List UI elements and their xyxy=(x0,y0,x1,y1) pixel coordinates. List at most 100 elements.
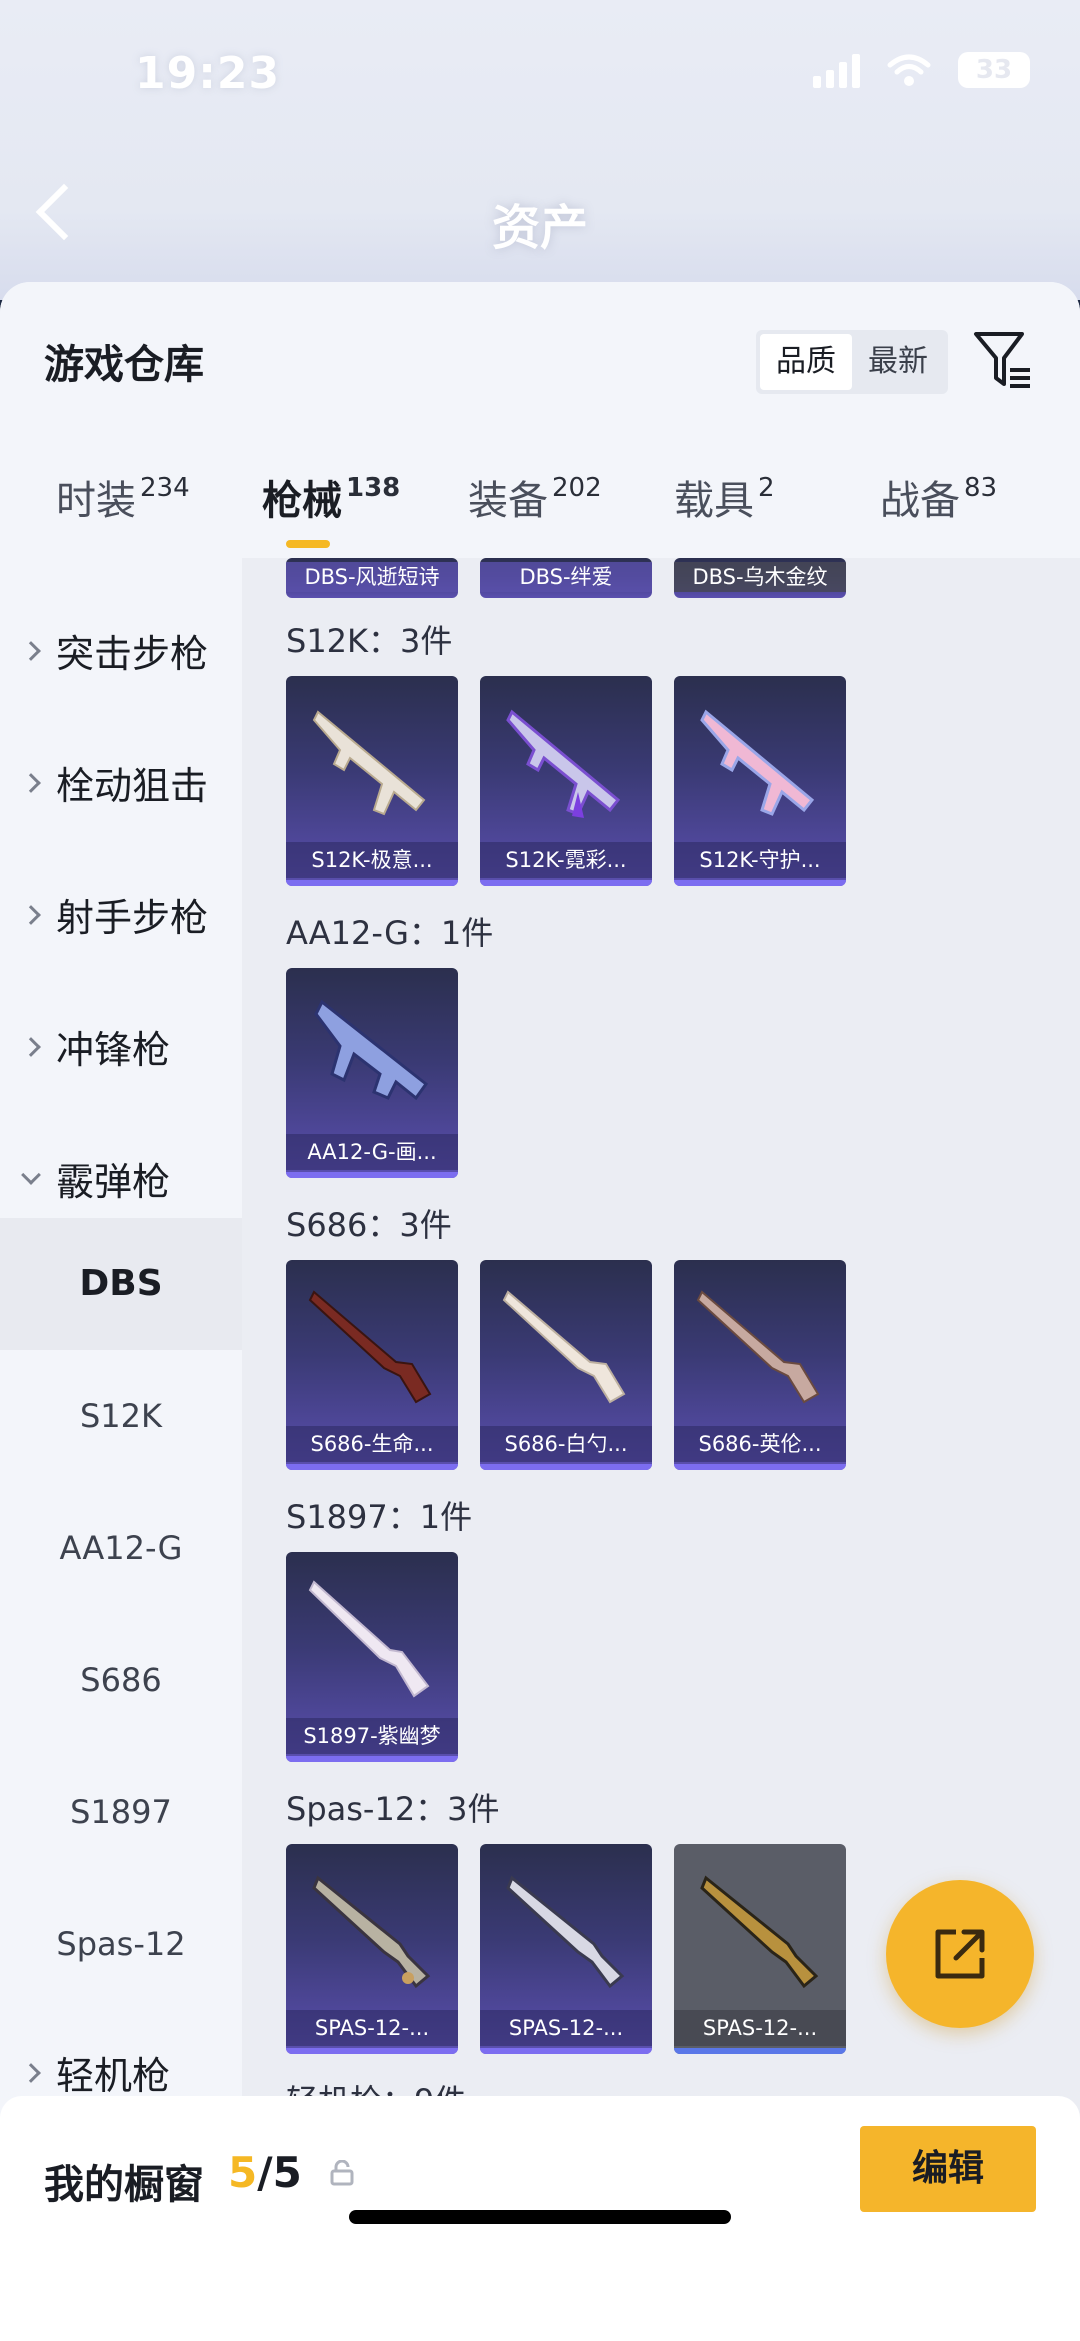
lock-icon xyxy=(330,2160,354,2186)
sidebar-sub-dbs[interactable]: DBS xyxy=(0,1218,242,1350)
showcase-current: 5 xyxy=(228,2148,258,2197)
sort-latest-button[interactable]: 最新 xyxy=(852,334,944,390)
tab-fashion[interactable]: 时装 234 xyxy=(56,468,190,558)
rarity-bar xyxy=(286,2048,458,2054)
weapon-card[interactable]: AA12-G-画... xyxy=(286,968,458,1178)
rarity-bar xyxy=(480,2048,652,2054)
weapon-card[interactable]: S686-白勺... xyxy=(480,1260,652,1470)
status-bar: 19:23 33 xyxy=(0,40,1080,120)
warehouse-title: 游戏仓库 xyxy=(44,342,204,388)
group-title-s686: S686：3件 xyxy=(286,1206,452,1244)
rifle-icon xyxy=(506,709,621,818)
sidebar-item-bolt-sniper[interactable]: 栓动狙击 xyxy=(0,720,242,852)
sidebar-item-label: 霰弹枪 xyxy=(56,1160,171,1204)
weapon-name: SPAS-12-... xyxy=(674,2010,846,2046)
weapon-name: DBS-风逝短诗 xyxy=(286,562,458,592)
weapon-name: DBS-乌木金纹 xyxy=(674,562,846,592)
signal-icon xyxy=(813,52,860,88)
sidebar-item-assault-rifle[interactable]: 突击步枪 xyxy=(0,588,242,720)
status-time: 19:23 xyxy=(135,48,281,99)
tab-count: 138 xyxy=(346,473,401,503)
battery-icon: 33 xyxy=(958,52,1030,88)
weapon-card[interactable]: S686-英伦... xyxy=(674,1260,846,1470)
showcase-total: /5 xyxy=(257,2148,302,2197)
sidebar-item-smg[interactable]: 冲锋枪 xyxy=(0,984,242,1116)
sort-quality-button[interactable]: 品质 xyxy=(760,334,852,390)
sidebar-sub-s686[interactable]: S686 xyxy=(0,1614,242,1746)
tab-equipment[interactable]: 装备 202 xyxy=(468,468,602,558)
rarity-bar xyxy=(480,1464,652,1470)
weapon-name: AA12-G-画... xyxy=(286,1134,458,1170)
sidebar-sub-aa12g[interactable]: AA12-G xyxy=(0,1482,242,1614)
weapon-card[interactable]: SPAS-12-... xyxy=(286,1844,458,2054)
chevron-right-icon xyxy=(21,1037,41,1057)
tab-count: 2 xyxy=(758,473,775,503)
weapon-name: S12K-守护... xyxy=(674,842,846,878)
rarity-bar xyxy=(286,1756,458,1762)
rarity-bar xyxy=(480,880,652,886)
sidebar-item-marksman[interactable]: 射手步枪 xyxy=(0,852,242,984)
shotgun-icon xyxy=(700,1875,819,1989)
sidebar-sub-s1897[interactable]: S1897 xyxy=(0,1746,242,1878)
weapon-card[interactable]: SPAS-12-... xyxy=(480,1844,652,2054)
shotgun-icon xyxy=(506,1875,625,1989)
rifle-icon xyxy=(314,999,429,1101)
sidebar-sub-s12k[interactable]: S12K xyxy=(0,1350,242,1482)
weapon-card[interactable]: S12K-霓彩... xyxy=(480,676,652,886)
tab-label: 装备 xyxy=(468,478,548,524)
weapon-name: S686-白勺... xyxy=(480,1426,652,1462)
tab-count: 234 xyxy=(140,473,190,503)
category-tabs: 时装 234 枪械 138 装备 202 载具 2 战备 83 xyxy=(0,468,1080,558)
rifle-icon xyxy=(700,709,815,816)
sidebar-item-label: 突击步枪 xyxy=(56,632,209,676)
tab-count: 202 xyxy=(552,473,602,503)
nav-bar: 资产 xyxy=(0,170,1080,260)
weapon-name: SPAS-12-... xyxy=(480,2010,652,2046)
rarity-bar xyxy=(286,1464,458,1470)
chevron-right-icon xyxy=(21,773,41,793)
edit-button[interactable]: 编辑 xyxy=(860,2126,1036,2212)
shotgun-icon xyxy=(696,1290,820,1404)
weapon-name: S12K-极意... xyxy=(286,842,458,878)
shotgun-icon xyxy=(308,1290,432,1404)
rarity-bar xyxy=(674,880,846,886)
weapon-card[interactable]: DBS-乌木金纹 xyxy=(674,558,846,598)
weapon-grid: DBS-风逝短诗 DBS-绊爱 DBS-乌木金纹 S12K：3件 S12K-极意… xyxy=(242,558,1080,2341)
weapon-card[interactable]: S686-生命... xyxy=(286,1260,458,1470)
rarity-bar xyxy=(286,880,458,886)
share-button[interactable] xyxy=(886,1880,1034,2028)
weapon-name: S686-生命... xyxy=(286,1426,458,1462)
shotgun-icon xyxy=(502,1290,626,1404)
status-icons: 33 xyxy=(813,52,1030,88)
weapon-name: DBS-绊爱 xyxy=(480,562,652,592)
tab-guns[interactable]: 枪械 138 xyxy=(262,468,400,558)
weapon-name: S12K-霓彩... xyxy=(480,842,652,878)
filter-icon[interactable] xyxy=(972,328,1034,392)
rarity-bar xyxy=(674,2048,846,2054)
showcase-label: 我的橱窗 xyxy=(44,2162,204,2208)
sidebar-item-label: 栓动狙击 xyxy=(56,764,209,808)
page-title: 资产 xyxy=(491,200,588,256)
home-indicator xyxy=(349,2210,731,2224)
sidebar-sub-spas12[interactable]: Spas-12 xyxy=(0,1878,242,2010)
weapon-name: SPAS-12-... xyxy=(286,2010,458,2046)
weapon-name: S686-英伦... xyxy=(674,1426,846,1462)
weapon-card[interactable]: S12K-守护... xyxy=(674,676,846,886)
tab-vehicles[interactable]: 载具 2 xyxy=(674,468,775,558)
rarity-bar xyxy=(286,1172,458,1178)
tab-supplies[interactable]: 战备 83 xyxy=(880,468,997,558)
weapon-card[interactable]: SPAS-12-... xyxy=(674,1844,846,2054)
weapon-card[interactable]: S12K-极意... xyxy=(286,676,458,886)
shotgun-icon xyxy=(308,1580,430,1698)
tab-label: 载具 xyxy=(674,478,754,524)
group-title-aa12g: AA12-G：1件 xyxy=(286,914,494,952)
rarity-bar xyxy=(674,1464,846,1470)
weapon-card[interactable]: DBS-绊爱 xyxy=(480,558,652,598)
weapon-card[interactable]: DBS-风逝短诗 xyxy=(286,558,458,598)
sheet-header: 游戏仓库 品质 最新 时装 234 枪械 138 装备 202 载具 2 战备 83 xyxy=(0,282,1080,558)
wifi-icon xyxy=(886,53,932,87)
rifle-icon xyxy=(312,710,426,816)
group-title-s1897: S1897：1件 xyxy=(286,1498,473,1536)
sort-toggle: 品质 最新 xyxy=(756,330,948,394)
weapon-card[interactable]: S1897-紫幽梦 xyxy=(286,1552,458,1762)
